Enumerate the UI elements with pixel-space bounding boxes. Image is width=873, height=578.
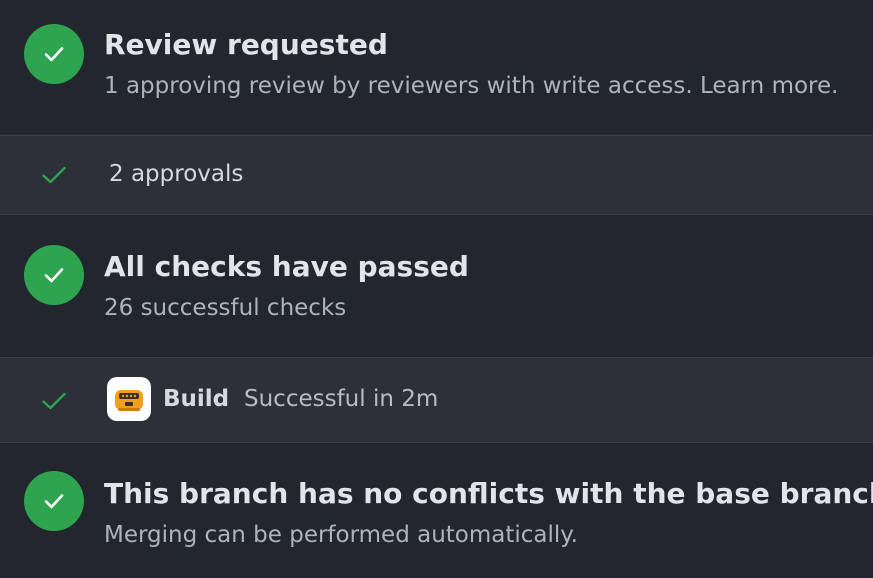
check-circle-icon — [24, 24, 84, 84]
build-app-icon — [107, 377, 151, 421]
checks-title: All checks have passed — [104, 250, 469, 283]
merge-status-block: This branch has no conflicts with the ba… — [0, 443, 873, 578]
build-check-row[interactable]: Build Successful in 2m — [0, 357, 873, 443]
approvals-row[interactable]: 2 approvals — [0, 135, 873, 215]
build-name: Build — [163, 386, 230, 412]
checks-status-block: All checks have passed 26 successful che… — [0, 215, 873, 357]
check-circle-icon — [24, 471, 84, 531]
review-title: Review requested — [104, 28, 388, 61]
check-icon — [42, 166, 66, 184]
review-status-block: Review requested 1 approving review by r… — [0, 0, 873, 135]
check-icon — [42, 392, 66, 410]
checks-subtitle: 26 successful checks — [104, 295, 347, 321]
check-circle-icon — [24, 245, 84, 305]
build-status: Successful in 2m — [244, 386, 439, 412]
review-subtitle[interactable]: 1 approving review by reviewers with wri… — [104, 73, 838, 99]
merge-status-panel: Review requested 1 approving review by r… — [0, 0, 873, 578]
merge-subtitle: Merging can be performed automatically. — [104, 522, 578, 548]
approvals-label: 2 approvals — [109, 161, 244, 187]
merge-title: This branch has no conflicts with the ba… — [104, 477, 873, 510]
